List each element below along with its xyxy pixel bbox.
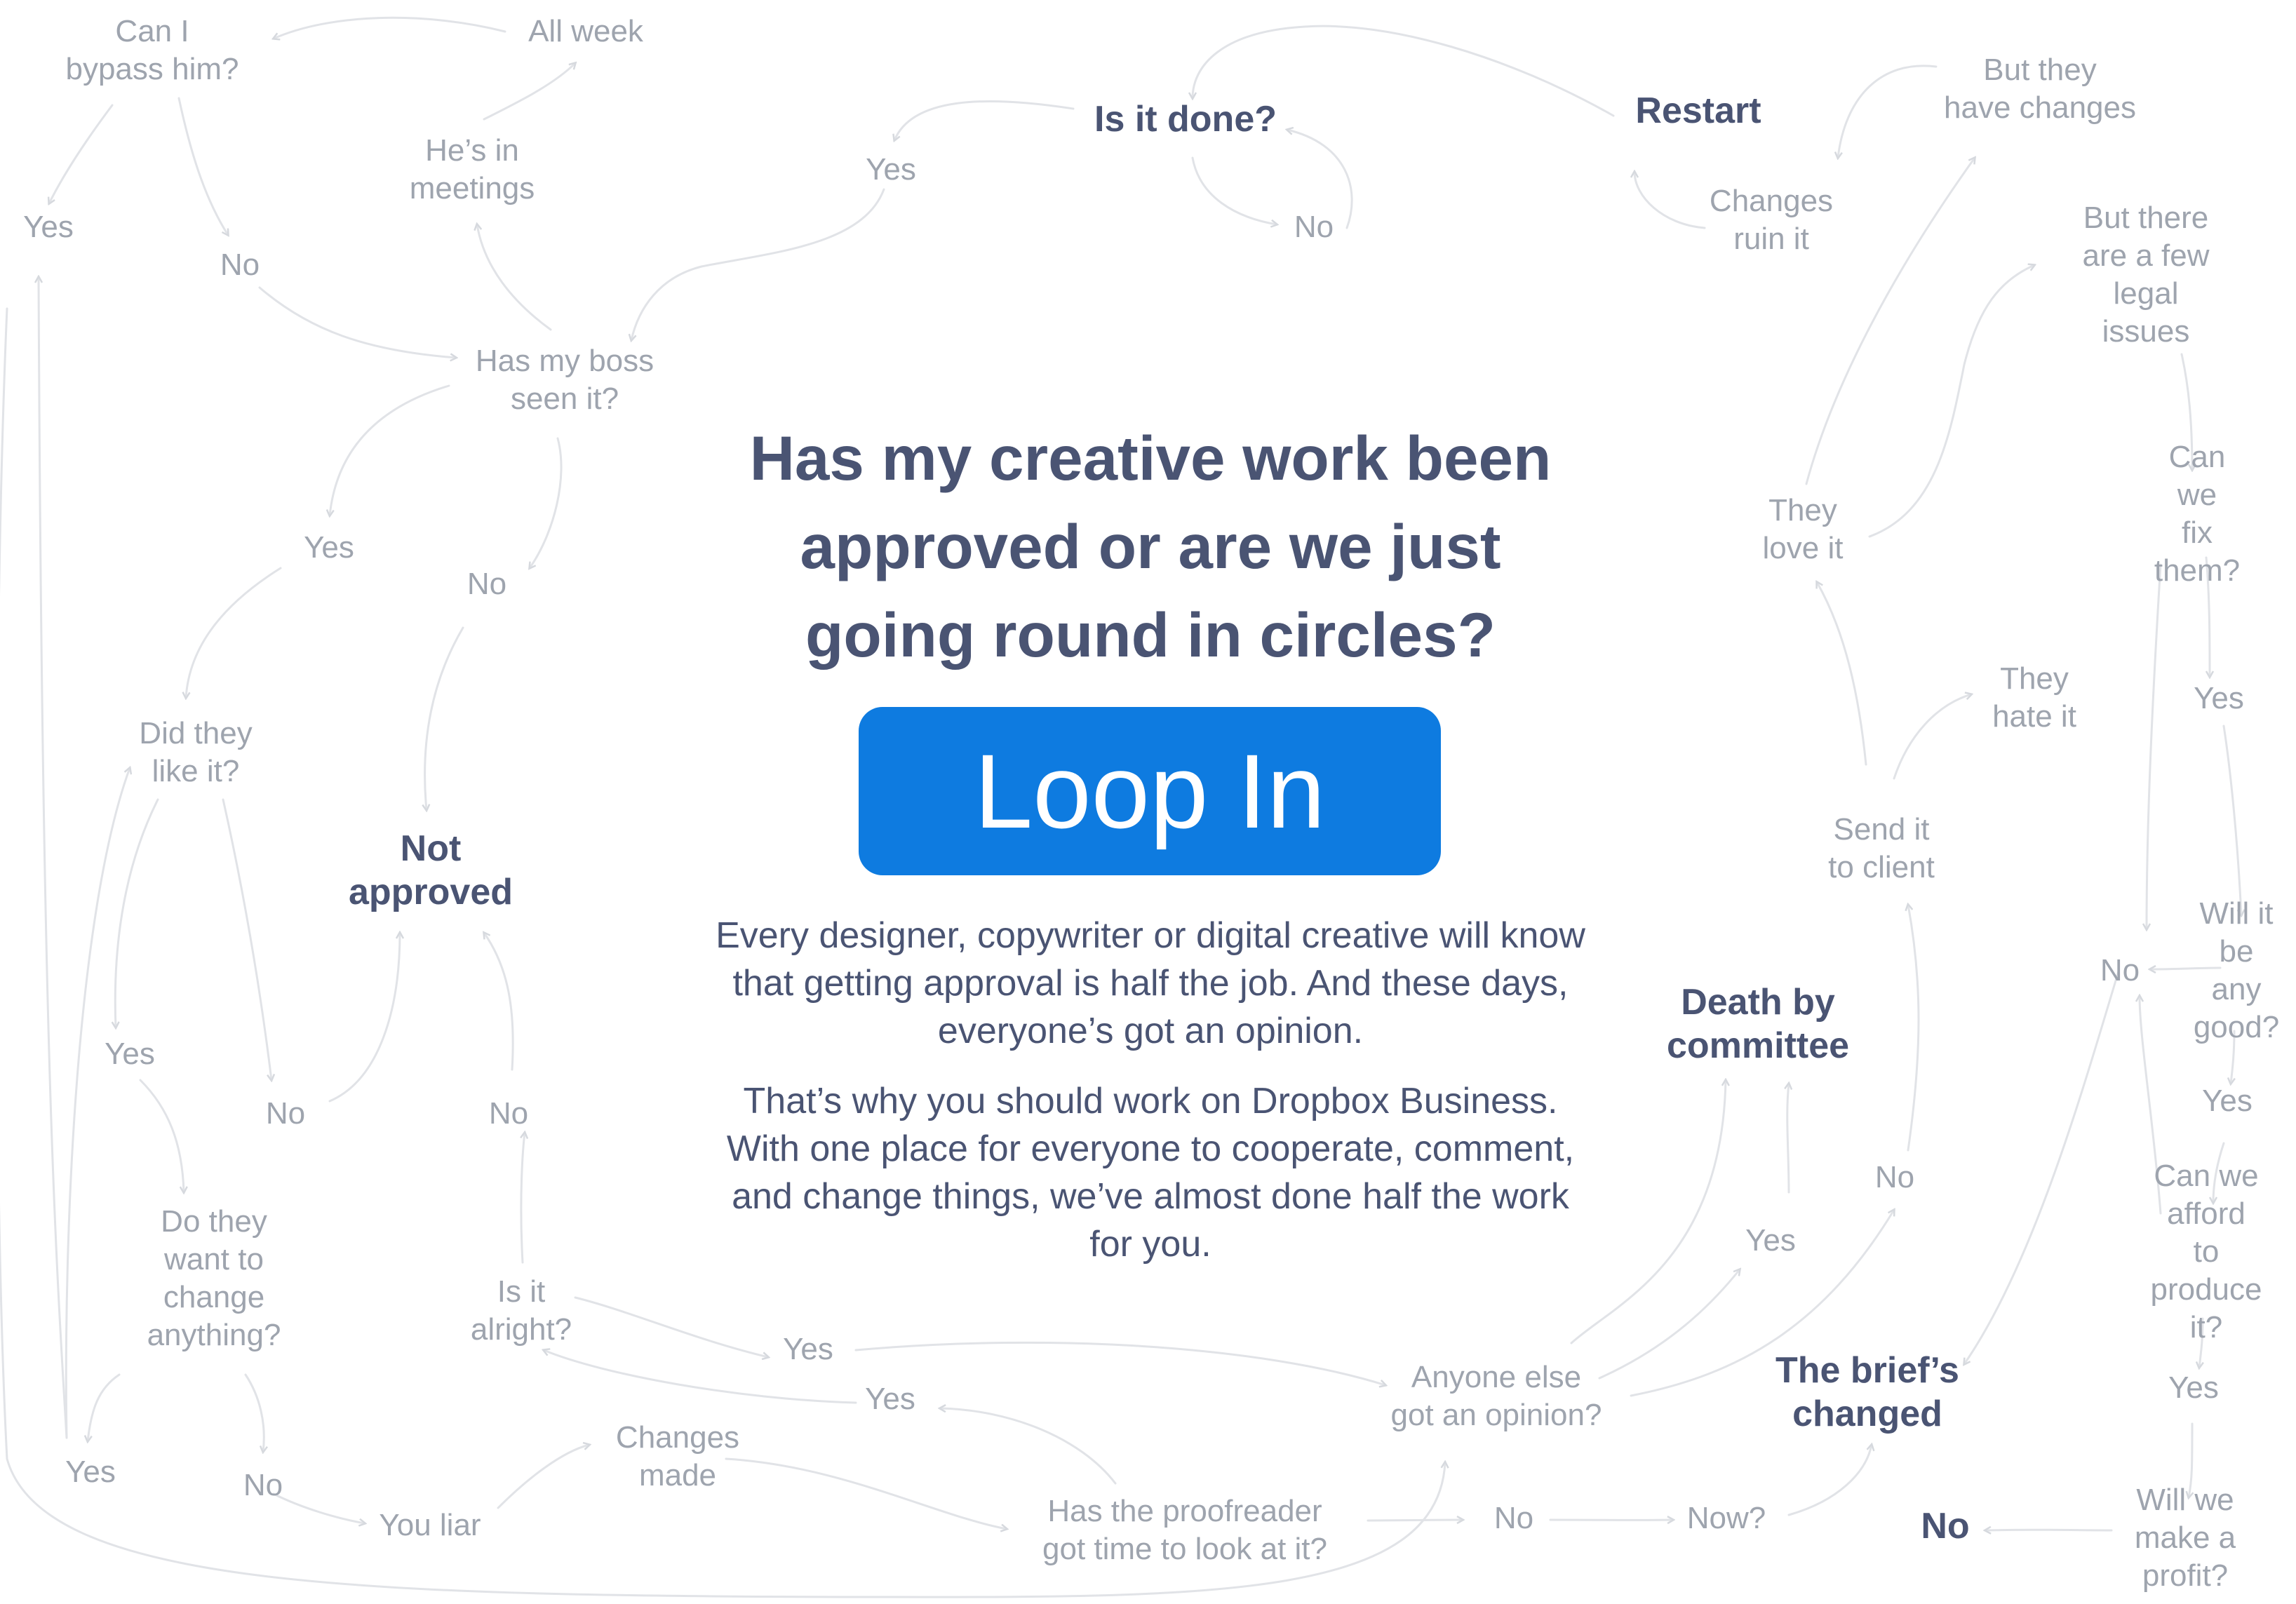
connector bbox=[1598, 1269, 1740, 1380]
connector bbox=[894, 100, 1075, 140]
now-node: Now? bbox=[1686, 1501, 1766, 1535]
connector bbox=[2147, 563, 2162, 929]
has-proofreader-time-node: Has the proofreader got time to look at … bbox=[1042, 1494, 1327, 1566]
connector bbox=[725, 1457, 1007, 1529]
connector bbox=[328, 933, 400, 1103]
yes-change-node: Yes bbox=[65, 1455, 116, 1489]
no-boss-seen-node: No bbox=[466, 567, 507, 601]
connector bbox=[1787, 1084, 1789, 1194]
connector bbox=[530, 437, 563, 568]
restart-node: Restart bbox=[1635, 90, 1761, 131]
yes-fix-node: Yes bbox=[2194, 681, 2244, 715]
connector bbox=[477, 224, 552, 331]
connector bbox=[272, 1492, 365, 1523]
no-anyone-node: No bbox=[1874, 1160, 1915, 1194]
connector bbox=[483, 63, 575, 121]
connector bbox=[1570, 1080, 1726, 1344]
connector bbox=[244, 1373, 264, 1452]
yes-afford-node: Yes bbox=[2168, 1370, 2219, 1405]
the-briefs-changed-node: The brief’s changed bbox=[1775, 1350, 1959, 1434]
connector bbox=[1367, 1520, 1463, 1521]
yes-boss-seen-node: Yes bbox=[304, 530, 354, 565]
hes-in-meetings-node: He’s in meetings bbox=[409, 133, 535, 205]
yes-bypass-node: Yes bbox=[23, 210, 74, 244]
you-liar-node: You liar bbox=[379, 1508, 481, 1542]
connector bbox=[222, 798, 271, 1080]
anyone-else-opinion-node: Anyone else got an opinion? bbox=[1390, 1360, 1602, 1432]
send-it-to-client-node: Send it to client bbox=[1828, 812, 1935, 884]
final-no-node: No bbox=[1921, 1506, 1970, 1546]
connector bbox=[258, 286, 456, 358]
connector bbox=[574, 1296, 768, 1357]
connector bbox=[1868, 265, 2034, 538]
connector bbox=[1191, 156, 1277, 224]
connector bbox=[497, 1445, 589, 1509]
yes-alright-node: Yes bbox=[783, 1332, 833, 1366]
connector bbox=[39, 277, 68, 1439]
connector bbox=[2222, 725, 2241, 915]
changes-ruin-it-node: Changes ruin it bbox=[1709, 184, 1834, 256]
connector bbox=[1817, 582, 1867, 766]
they-love-it-node: They love it bbox=[1762, 493, 1844, 565]
connector bbox=[425, 626, 464, 810]
but-they-have-changes-node: But they have changes bbox=[1944, 53, 2136, 125]
page-title: Has my creative work been approved or ar… bbox=[749, 423, 1552, 670]
will-it-be-any-good-node: Will it be any good? bbox=[2193, 896, 2280, 1044]
no-change-node: No bbox=[243, 1468, 283, 1502]
no-proofreader-node: No bbox=[1493, 1501, 1534, 1535]
yes-liked-node: Yes bbox=[105, 1037, 155, 1071]
they-hate-it-node: They hate it bbox=[1992, 661, 2076, 734]
connector bbox=[1838, 65, 1938, 158]
pitch-paragraph: That’s why you should work on Dropbox Bu… bbox=[726, 1081, 1575, 1265]
has-my-boss-seen-it-node: Has my boss seen it? bbox=[475, 344, 654, 416]
no-done-node: No bbox=[1294, 210, 1334, 244]
connector bbox=[330, 384, 450, 515]
connector bbox=[1787, 1445, 1872, 1516]
connector bbox=[186, 567, 282, 698]
no-liked-node: No bbox=[265, 1096, 306, 1131]
connector bbox=[115, 798, 159, 1027]
connector bbox=[65, 768, 130, 1439]
connector bbox=[854, 1341, 1385, 1385]
did-they-like-it-node: Did they like it? bbox=[139, 716, 253, 788]
will-we-make-a-profit-node: Will we make a profit? bbox=[2134, 1483, 2236, 1593]
all-week-node: All week bbox=[528, 14, 643, 48]
loop-in-button[interactable]: Loop In bbox=[859, 707, 1441, 875]
can-we-afford-node: Can we afford to produce it? bbox=[2150, 1159, 2262, 1344]
can-i-bypass-him-node: Can I bypass him? bbox=[65, 14, 239, 86]
yes-good-node: Yes bbox=[2202, 1084, 2253, 1118]
do-they-want-to-change-node: Do they want to change anything? bbox=[147, 1204, 281, 1352]
no-bypass-node: No bbox=[220, 248, 260, 282]
connector bbox=[177, 97, 228, 235]
connector bbox=[521, 1133, 525, 1264]
connector bbox=[139, 1079, 184, 1192]
not-approved-node: Not approved bbox=[348, 828, 513, 912]
changes-made-node: Changes made bbox=[615, 1420, 740, 1492]
yes-proofreader-node: Yes bbox=[865, 1382, 915, 1416]
death-by-committee-node: Death by committee bbox=[1666, 982, 1850, 1066]
but-legal-issues-node: But there are a few legal issues bbox=[2082, 201, 2210, 349]
connector bbox=[1634, 172, 1706, 229]
connector bbox=[49, 104, 114, 203]
no-alright-node: No bbox=[488, 1096, 529, 1131]
connector bbox=[631, 188, 885, 340]
no-right-node: No bbox=[2100, 953, 2140, 988]
is-it-alright-node: Is it alright? bbox=[470, 1274, 572, 1347]
intro-paragraph: Every designer, copywriter or digital cr… bbox=[716, 915, 1585, 1051]
connector bbox=[484, 933, 514, 1071]
connector bbox=[1893, 694, 1971, 780]
is-it-done-node: Is it done? bbox=[1094, 99, 1277, 140]
connector bbox=[88, 1373, 121, 1441]
connector bbox=[274, 16, 506, 39]
connector bbox=[940, 1408, 1117, 1485]
can-we-fix-them-node: Can we fix them? bbox=[2154, 440, 2241, 588]
connector bbox=[1964, 970, 2120, 1364]
connector bbox=[1908, 905, 1920, 1152]
yes-done-node: Yes bbox=[866, 152, 916, 187]
yes-anyone-node: Yes bbox=[1745, 1223, 1796, 1258]
